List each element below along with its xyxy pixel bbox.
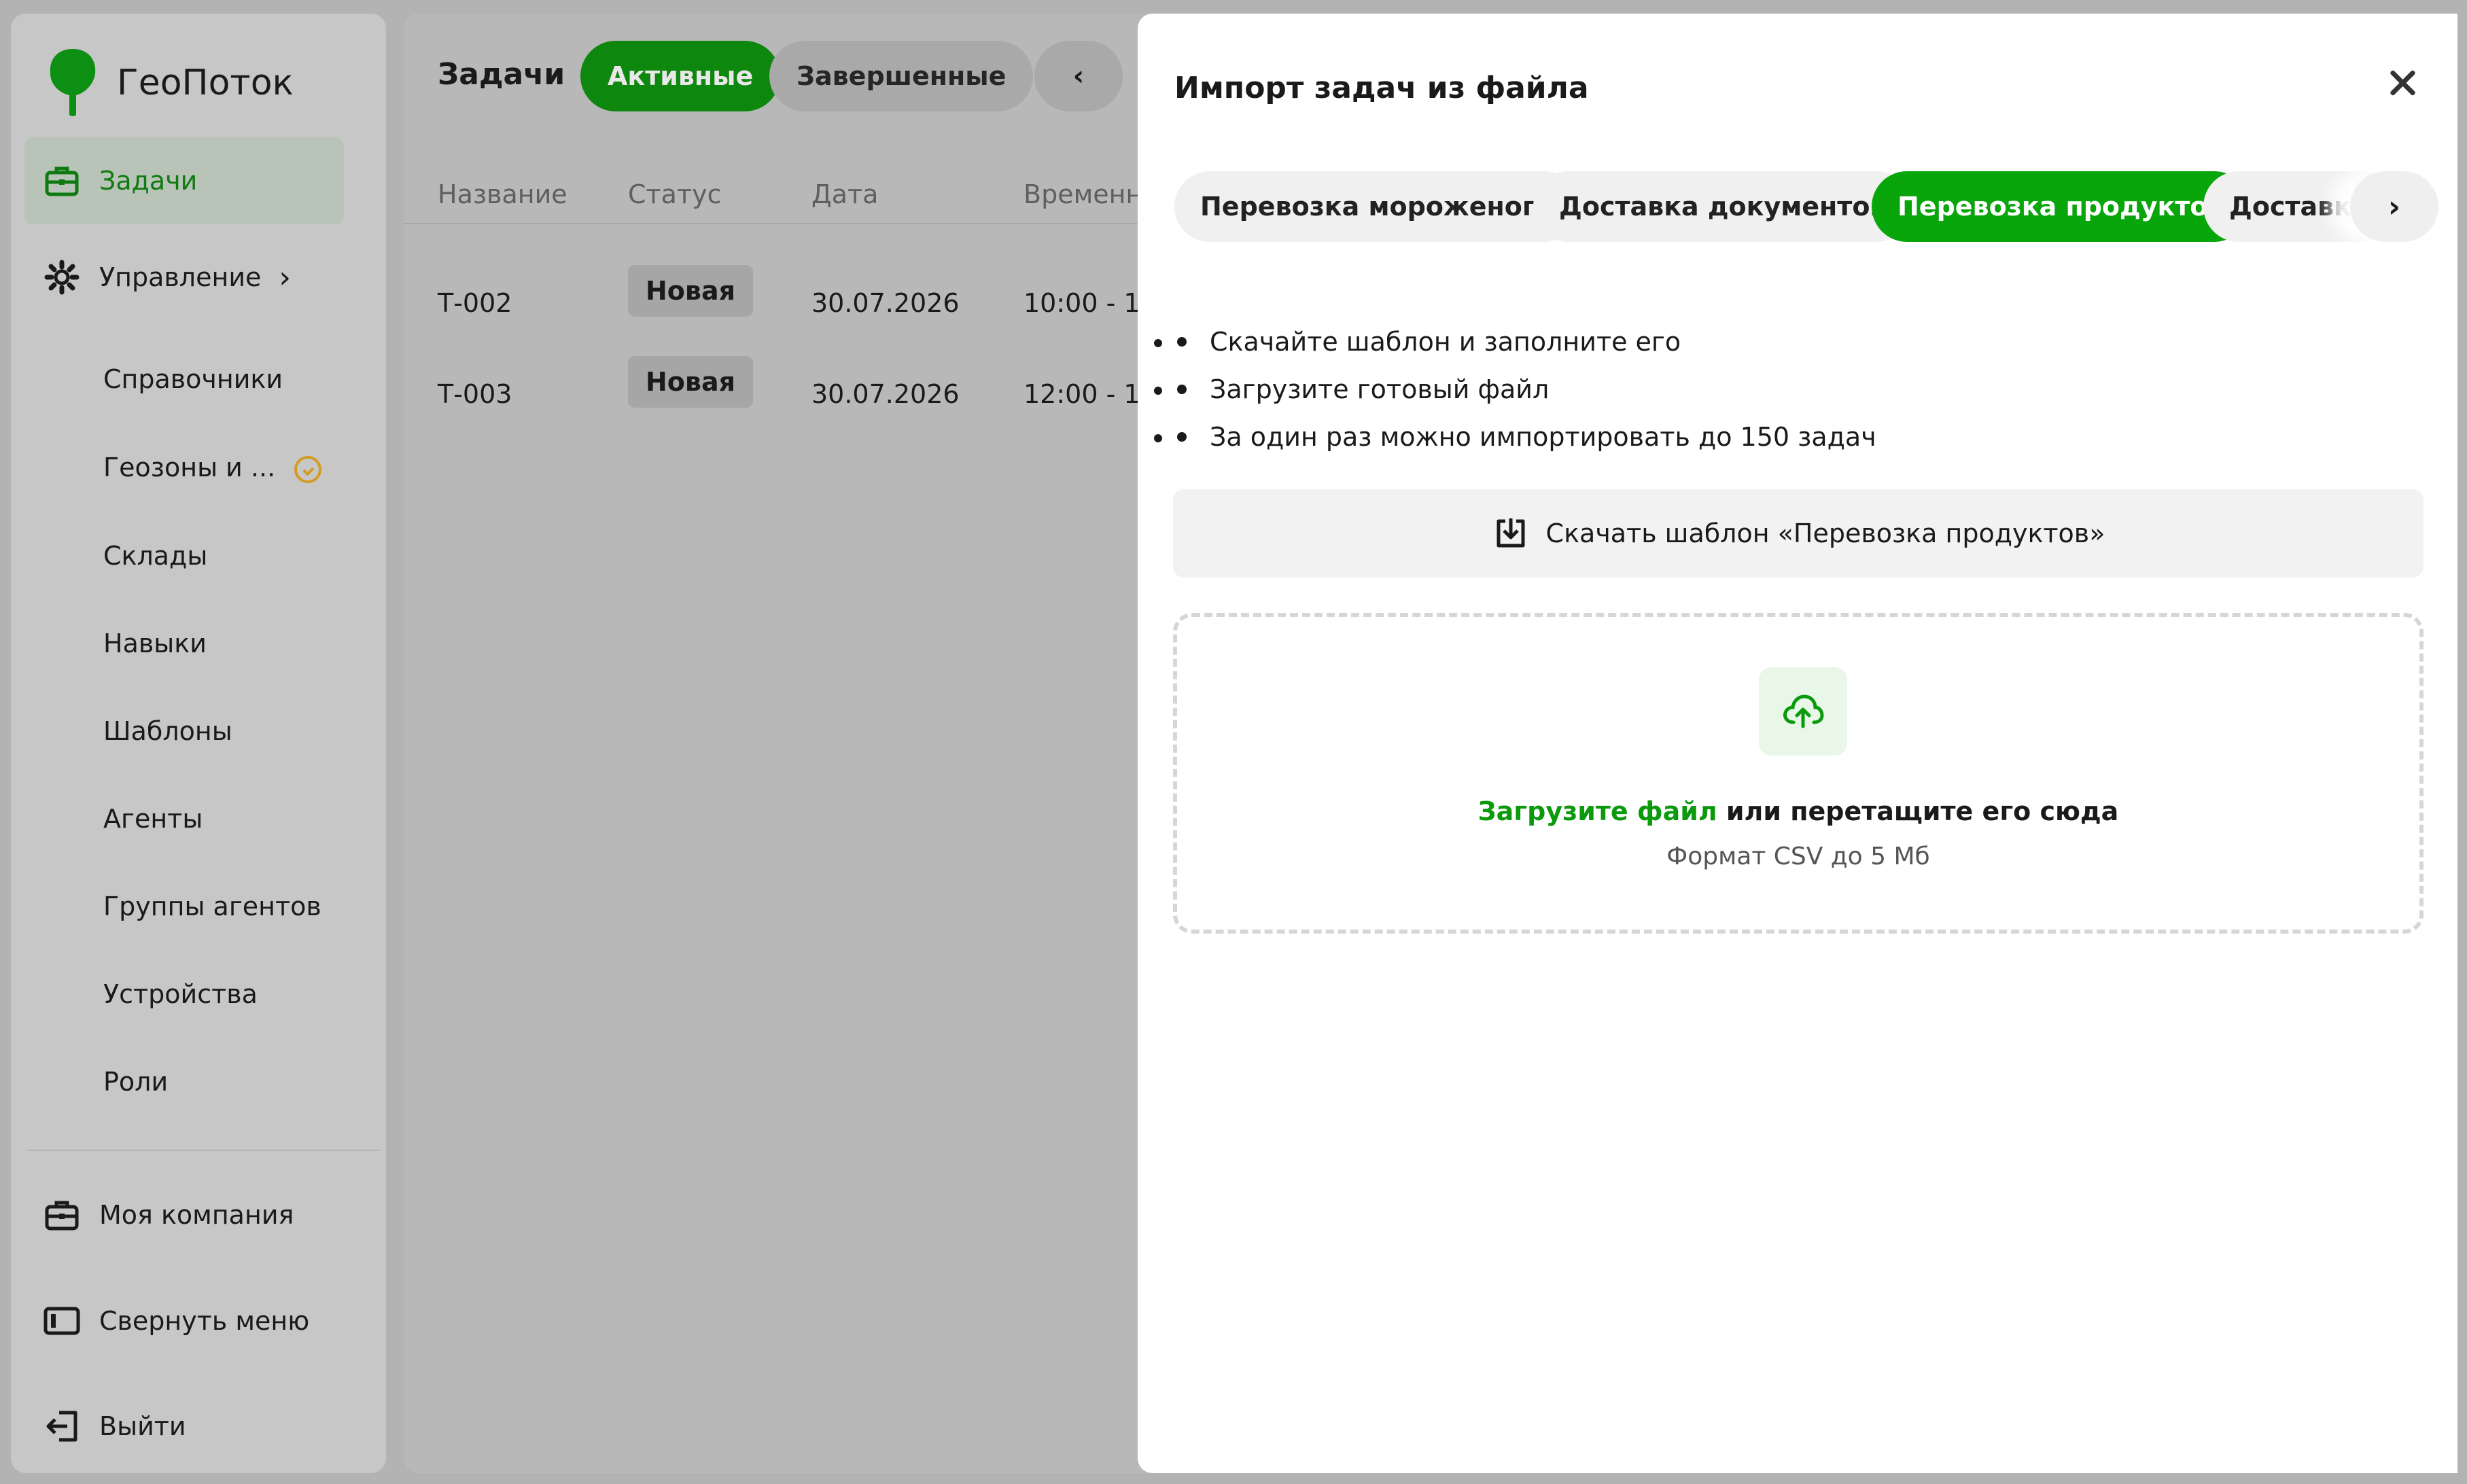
logout-icon — [24, 1407, 99, 1445]
leaf-logo-icon — [50, 49, 96, 116]
close-icon[interactable] — [2381, 61, 2425, 105]
tab-ice-cream-transport[interactable]: Перевозка мороженого — [1174, 171, 1579, 242]
sidebar-item-label: Задачи — [99, 166, 198, 196]
sidebar-subitem-agents[interactable]: Агенты — [103, 804, 203, 834]
list-item: За один раз можно импортировать до 150 з… — [1174, 413, 1876, 461]
cell-name: Т-002 — [438, 288, 512, 318]
app-logo[interactable]: ГеоПоток — [46, 46, 294, 120]
dropzone-format-hint: Формат CSV до 5 Мб — [1666, 843, 1930, 870]
cell-time: 12:00 - 1 — [1023, 379, 1140, 409]
sidebar-item-my-company[interactable]: Моя компания — [24, 1171, 344, 1258]
tab-active[interactable]: Активные — [580, 41, 781, 111]
sidebar-item-label: Моя компания — [99, 1200, 294, 1230]
download-icon — [1497, 518, 1525, 548]
column-header-name[interactable]: Название — [438, 179, 567, 209]
upload-file-link[interactable]: Загрузите файл — [1478, 796, 1717, 826]
chevron-right-icon: › — [279, 260, 291, 295]
tabs-next-button[interactable]: › — [2350, 171, 2438, 242]
file-dropzone[interactable]: Загрузите файл или перетащите его сюда Ф… — [1173, 613, 2424, 934]
sidebar-item-collapse-menu[interactable]: Свернуть меню — [24, 1277, 344, 1364]
sidebar-subitem-label: Геозоны и ... — [103, 453, 276, 482]
sidebar-divider — [27, 1150, 381, 1151]
table-header-divider — [404, 223, 1192, 224]
tab-completed[interactable]: Завершенные — [769, 41, 1034, 111]
sidebar-item-tasks[interactable]: Задачи — [24, 137, 344, 224]
cell-date: 30.07.2026 — [811, 288, 960, 318]
dropzone-text: Загрузите файл или перетащите его сюда — [1177, 796, 2419, 826]
sidebar-subitem-skills[interactable]: Навыки — [103, 629, 207, 658]
upload-tile — [1759, 667, 1847, 756]
download-template-button[interactable]: Скачать шаблон «Перевозка продуктов» — [1173, 489, 2424, 578]
app-name: ГеоПоток — [117, 63, 294, 103]
modal-title: Импорт задач из файла — [1174, 71, 1589, 105]
column-header-time[interactable]: Временн — [1023, 179, 1142, 209]
sidebar-subitem-templates[interactable]: Шаблоны — [103, 716, 232, 746]
status-badge: Новая — [628, 265, 753, 317]
column-header-status[interactable]: Статус — [628, 179, 721, 209]
collapse-panel-icon — [24, 1302, 99, 1340]
briefcase-icon — [24, 162, 99, 200]
sidebar-item-label: Управление — [99, 262, 262, 292]
tasks-panel: Задачи Активные Завершенные ‹ Название С… — [404, 14, 1192, 1473]
download-template-label: Скачать шаблон «Перевозка продуктов» — [1545, 518, 2105, 548]
instructions-list: Скачайте шаблон и заполните его Загрузит… — [1174, 318, 1876, 461]
cell-name: Т-003 — [438, 379, 512, 409]
template-tabs: Перевозка мороженого Доставка документов… — [1174, 171, 2425, 242]
clock-warning-icon — [294, 455, 322, 483]
sidebar-subitem-roles[interactable]: Роли — [103, 1067, 168, 1097]
sidebar: ГеоПоток Задачи Управление › Справочники… — [11, 14, 386, 1473]
status-badge: Новая — [628, 356, 753, 408]
cell-time: 10:00 - 1 — [1023, 288, 1140, 318]
cell-date: 30.07.2026 — [811, 379, 960, 409]
list-item: Загрузите готовый файл — [1174, 366, 1876, 413]
dropzone-text-rest: или перетащите его сюда — [1717, 796, 2119, 826]
sidebar-subitem-directories[interactable]: Справочники — [103, 364, 283, 394]
sidebar-item-logout[interactable]: Выйти — [24, 1383, 344, 1470]
sidebar-subitem-warehouses[interactable]: Склады — [103, 541, 207, 571]
sidebar-item-label: Свернуть меню — [99, 1306, 310, 1336]
sidebar-item-label: Выйти — [99, 1411, 186, 1441]
briefcase-icon — [24, 1196, 99, 1234]
sidebar-subitem-agent-groups[interactable]: Группы агентов — [103, 891, 321, 921]
list-item: Скачайте шаблон и заполните его — [1174, 318, 1876, 366]
tab-food-transport[interactable]: Перевозка продуктов — [1872, 171, 2250, 242]
page-title: Задачи — [438, 57, 565, 92]
gear-icon — [24, 258, 99, 296]
tab-document-delivery[interactable]: Доставка документов — [1533, 171, 1912, 242]
chevron-right-icon: › — [2387, 189, 2401, 224]
sidebar-item-management[interactable]: Управление › — [24, 234, 344, 321]
chevron-left-icon: ‹ — [1072, 60, 1085, 92]
sidebar-subitem-devices[interactable]: Устройства — [103, 979, 258, 1009]
sidebar-subitem-geozones[interactable]: Геозоны и ... — [103, 453, 322, 483]
cloud-upload-icon — [1783, 694, 1824, 728]
import-tasks-modal: Импорт задач из файла Перевозка морожено… — [1138, 14, 2457, 1473]
column-header-date[interactable]: Дата — [811, 179, 878, 209]
tabs-prev-button[interactable]: ‹ — [1034, 41, 1123, 111]
